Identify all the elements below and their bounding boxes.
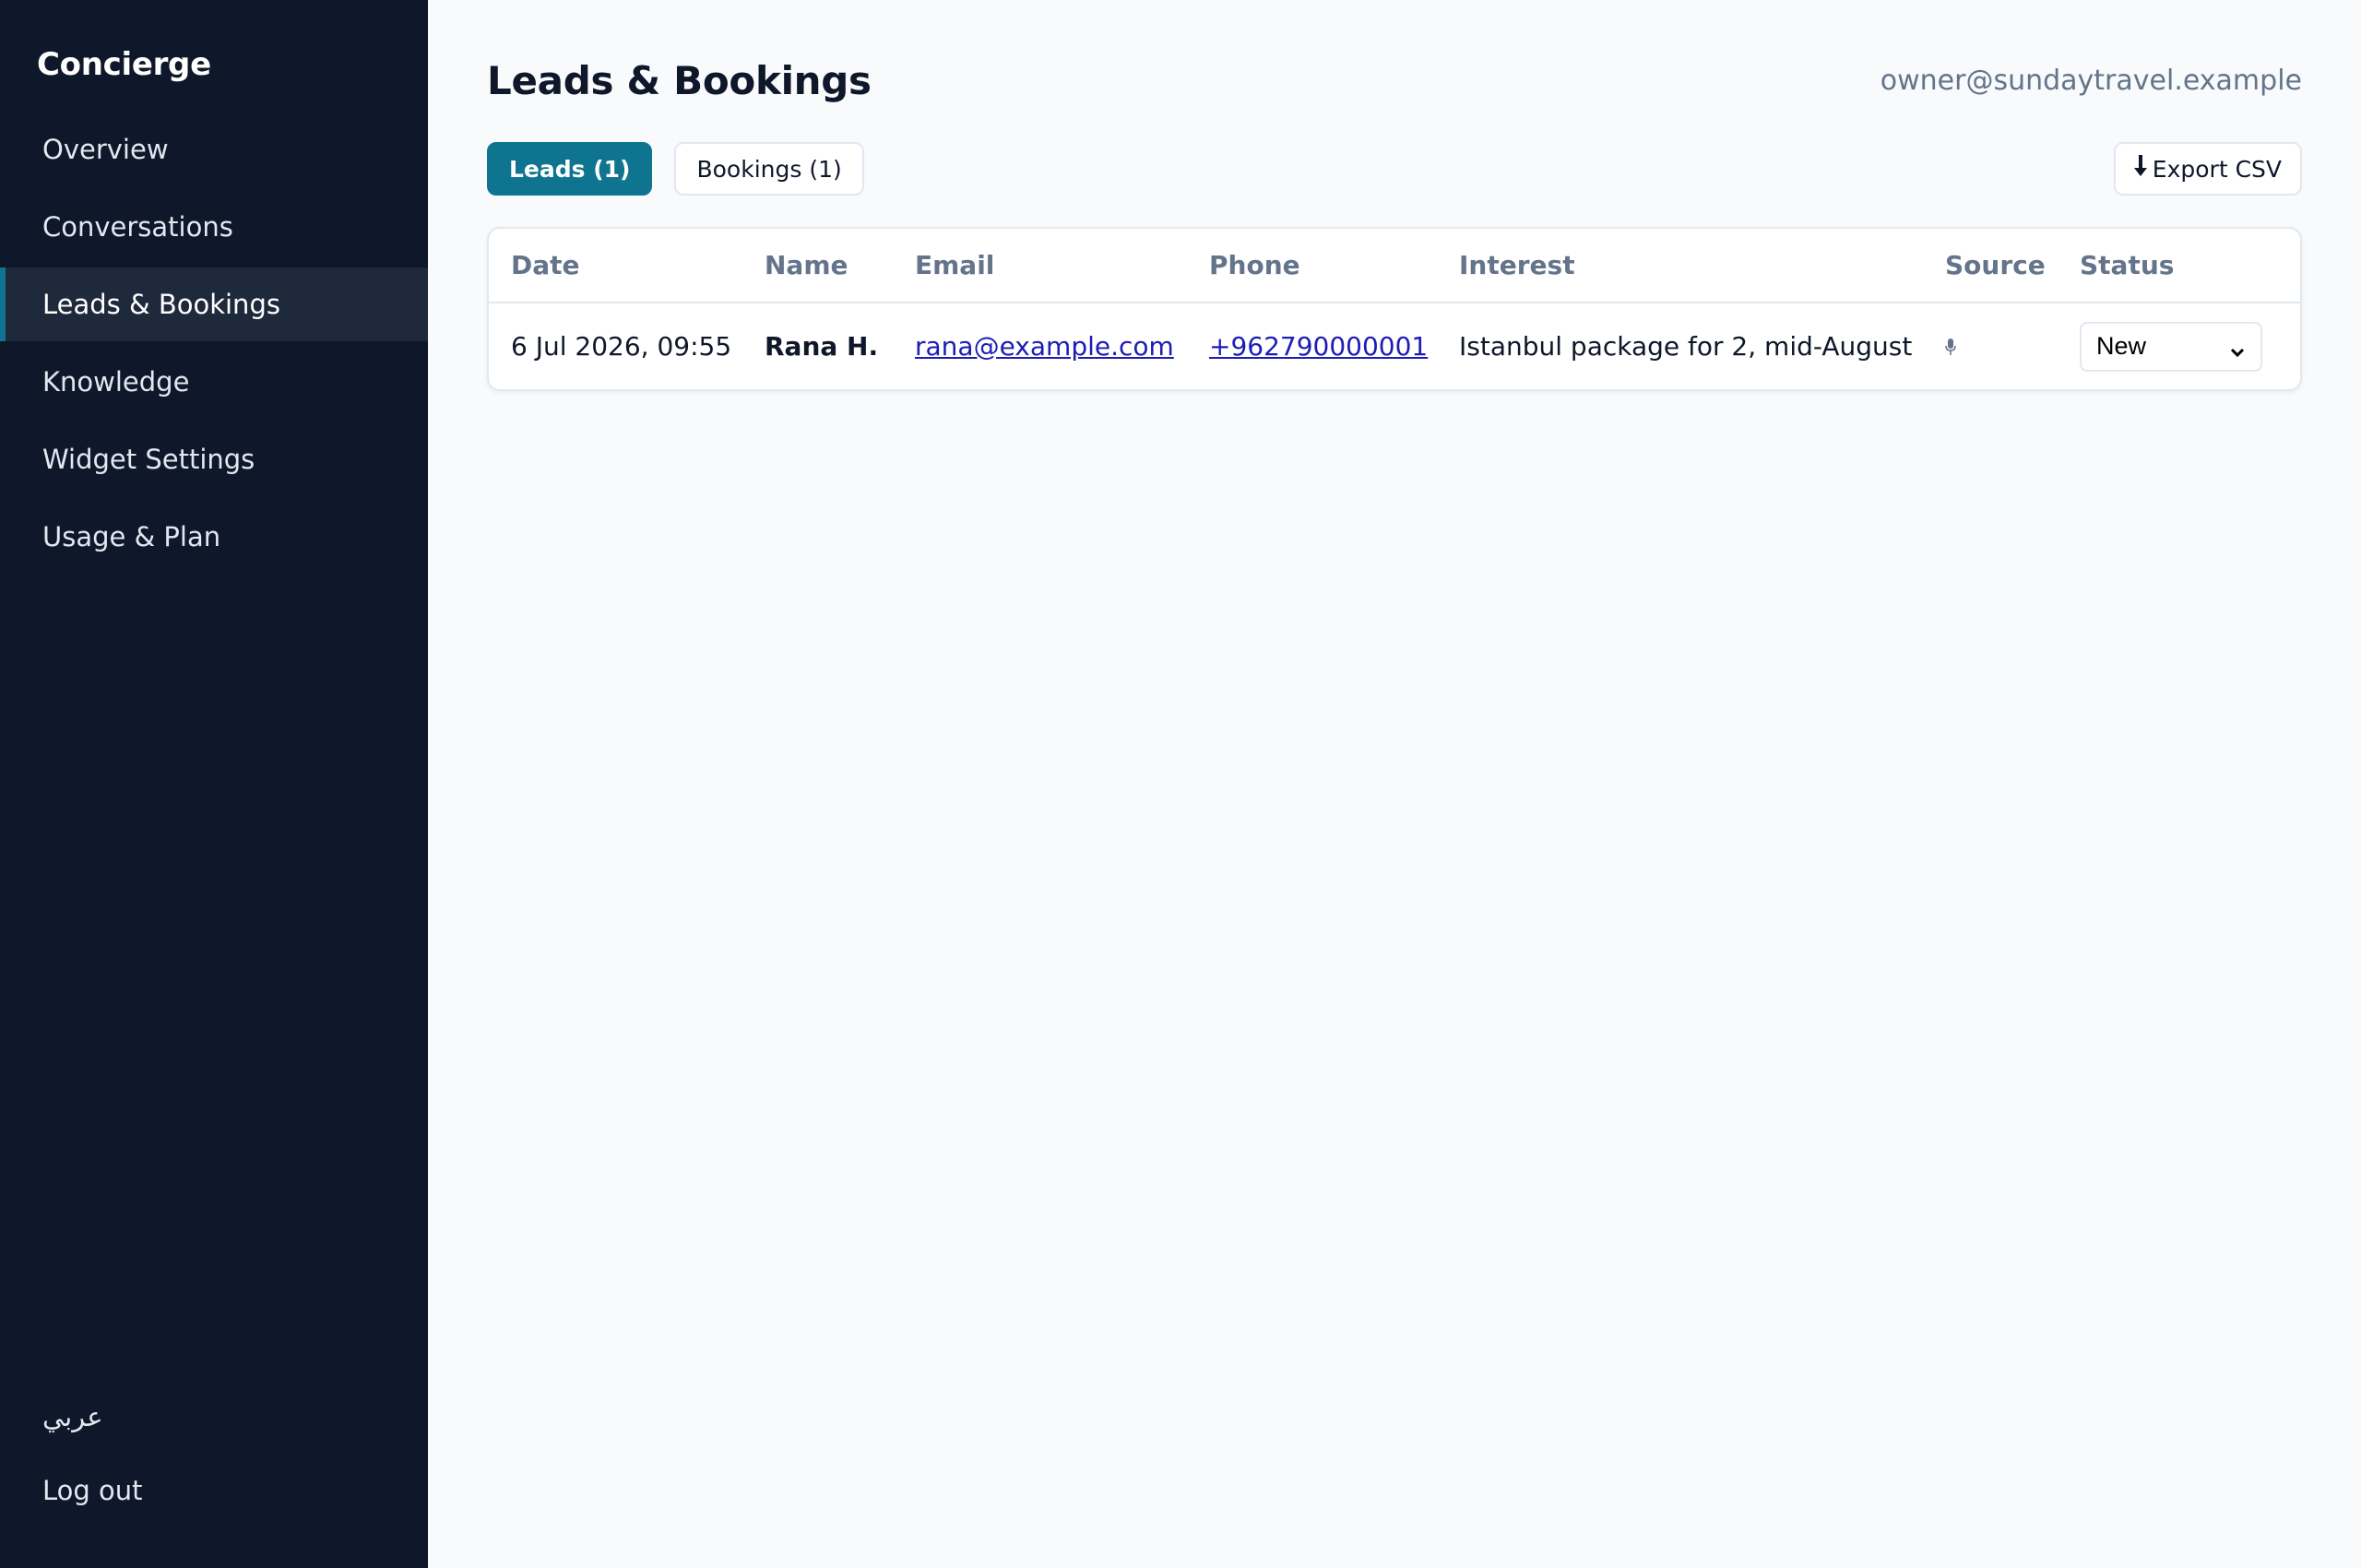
export-csv-button[interactable]: Export CSV <box>2113 142 2302 196</box>
sidebar-item-usage-plan[interactable]: Usage & Plan <box>0 500 428 574</box>
cell-interest: Istanbul package for 2, mid-August <box>1459 331 1913 362</box>
export-csv-label: Export CSV <box>2152 155 2282 183</box>
cell-name: Rana H. <box>765 331 879 362</box>
cell-status: New <box>2058 303 2300 389</box>
microphone-icon <box>1945 333 1956 355</box>
column-header-email: Email <box>893 229 1187 303</box>
column-header-interest: Interest <box>1437 229 1923 303</box>
leads-table: Date Name Email Phone Interest Source St… <box>489 229 2300 389</box>
main-content: Leads & Bookings owner@sundaytravel.exam… <box>428 0 2361 1568</box>
phone-link[interactable]: +962790000001 <box>1209 331 1428 362</box>
column-header-date: Date <box>489 229 742 303</box>
sidebar-nav: Overview Conversations Leads & Bookings … <box>0 113 428 574</box>
status-select[interactable]: New <box>2080 321 2262 372</box>
sidebar-item-leads-bookings[interactable]: Leads & Bookings <box>0 267 428 341</box>
sidebar-top: Concierge Overview Conversations Leads &… <box>0 46 428 577</box>
sidebar-item-knowledge[interactable]: Knowledge <box>0 345 428 419</box>
tabs: Leads (1) Bookings (1) <box>487 142 864 196</box>
table-header-row: Date Name Email Phone Interest Source St… <box>489 229 2300 303</box>
email-link[interactable]: rana@example.com <box>915 331 1174 362</box>
table-body: 6 Jul 2026, 09:55 Rana H. rana@example.c… <box>489 303 2300 389</box>
column-header-status: Status <box>2058 229 2300 303</box>
download-arrow-icon <box>2133 155 2147 183</box>
tab-leads[interactable]: Leads (1) <box>487 142 653 196</box>
cell-email: rana@example.com <box>893 303 1187 389</box>
logout-link[interactable]: Log out <box>0 1454 428 1527</box>
table-row: 6 Jul 2026, 09:55 Rana H. rana@example.c… <box>489 303 2300 389</box>
sidebar-item-overview[interactable]: Overview <box>0 113 428 186</box>
status-selected-value: New <box>2096 332 2147 360</box>
sidebar-bottom: عربي Log out <box>0 1380 428 1527</box>
column-header-name: Name <box>742 229 893 303</box>
column-header-source: Source <box>1923 229 2058 303</box>
sidebar-item-conversations[interactable]: Conversations <box>0 190 428 264</box>
language-toggle[interactable]: عربي <box>0 1380 428 1454</box>
toolbar: Leads (1) Bookings (1) Export CSV <box>487 142 2302 196</box>
app-root: Concierge Overview Conversations Leads &… <box>0 0 2361 1568</box>
brand-logo: Concierge <box>37 46 211 83</box>
page-title: Leads & Bookings <box>487 57 872 103</box>
table-header: Date Name Email Phone Interest Source St… <box>489 229 2300 303</box>
leads-table-card: Date Name Email Phone Interest Source St… <box>487 227 2302 391</box>
chevron-down-icon <box>2229 339 2246 357</box>
sidebar: Concierge Overview Conversations Leads &… <box>0 0 428 1568</box>
user-email: owner@sundaytravel.example <box>1880 64 2302 97</box>
column-header-phone: Phone <box>1187 229 1437 303</box>
cell-phone: +962790000001 <box>1187 303 1437 389</box>
cell-source <box>1923 303 2058 389</box>
sidebar-item-widget-settings[interactable]: Widget Settings <box>0 422 428 496</box>
topbar: Leads & Bookings owner@sundaytravel.exam… <box>487 55 2302 105</box>
cell-date: 6 Jul 2026, 09:55 <box>511 331 732 362</box>
tab-bookings[interactable]: Bookings (1) <box>674 142 864 196</box>
